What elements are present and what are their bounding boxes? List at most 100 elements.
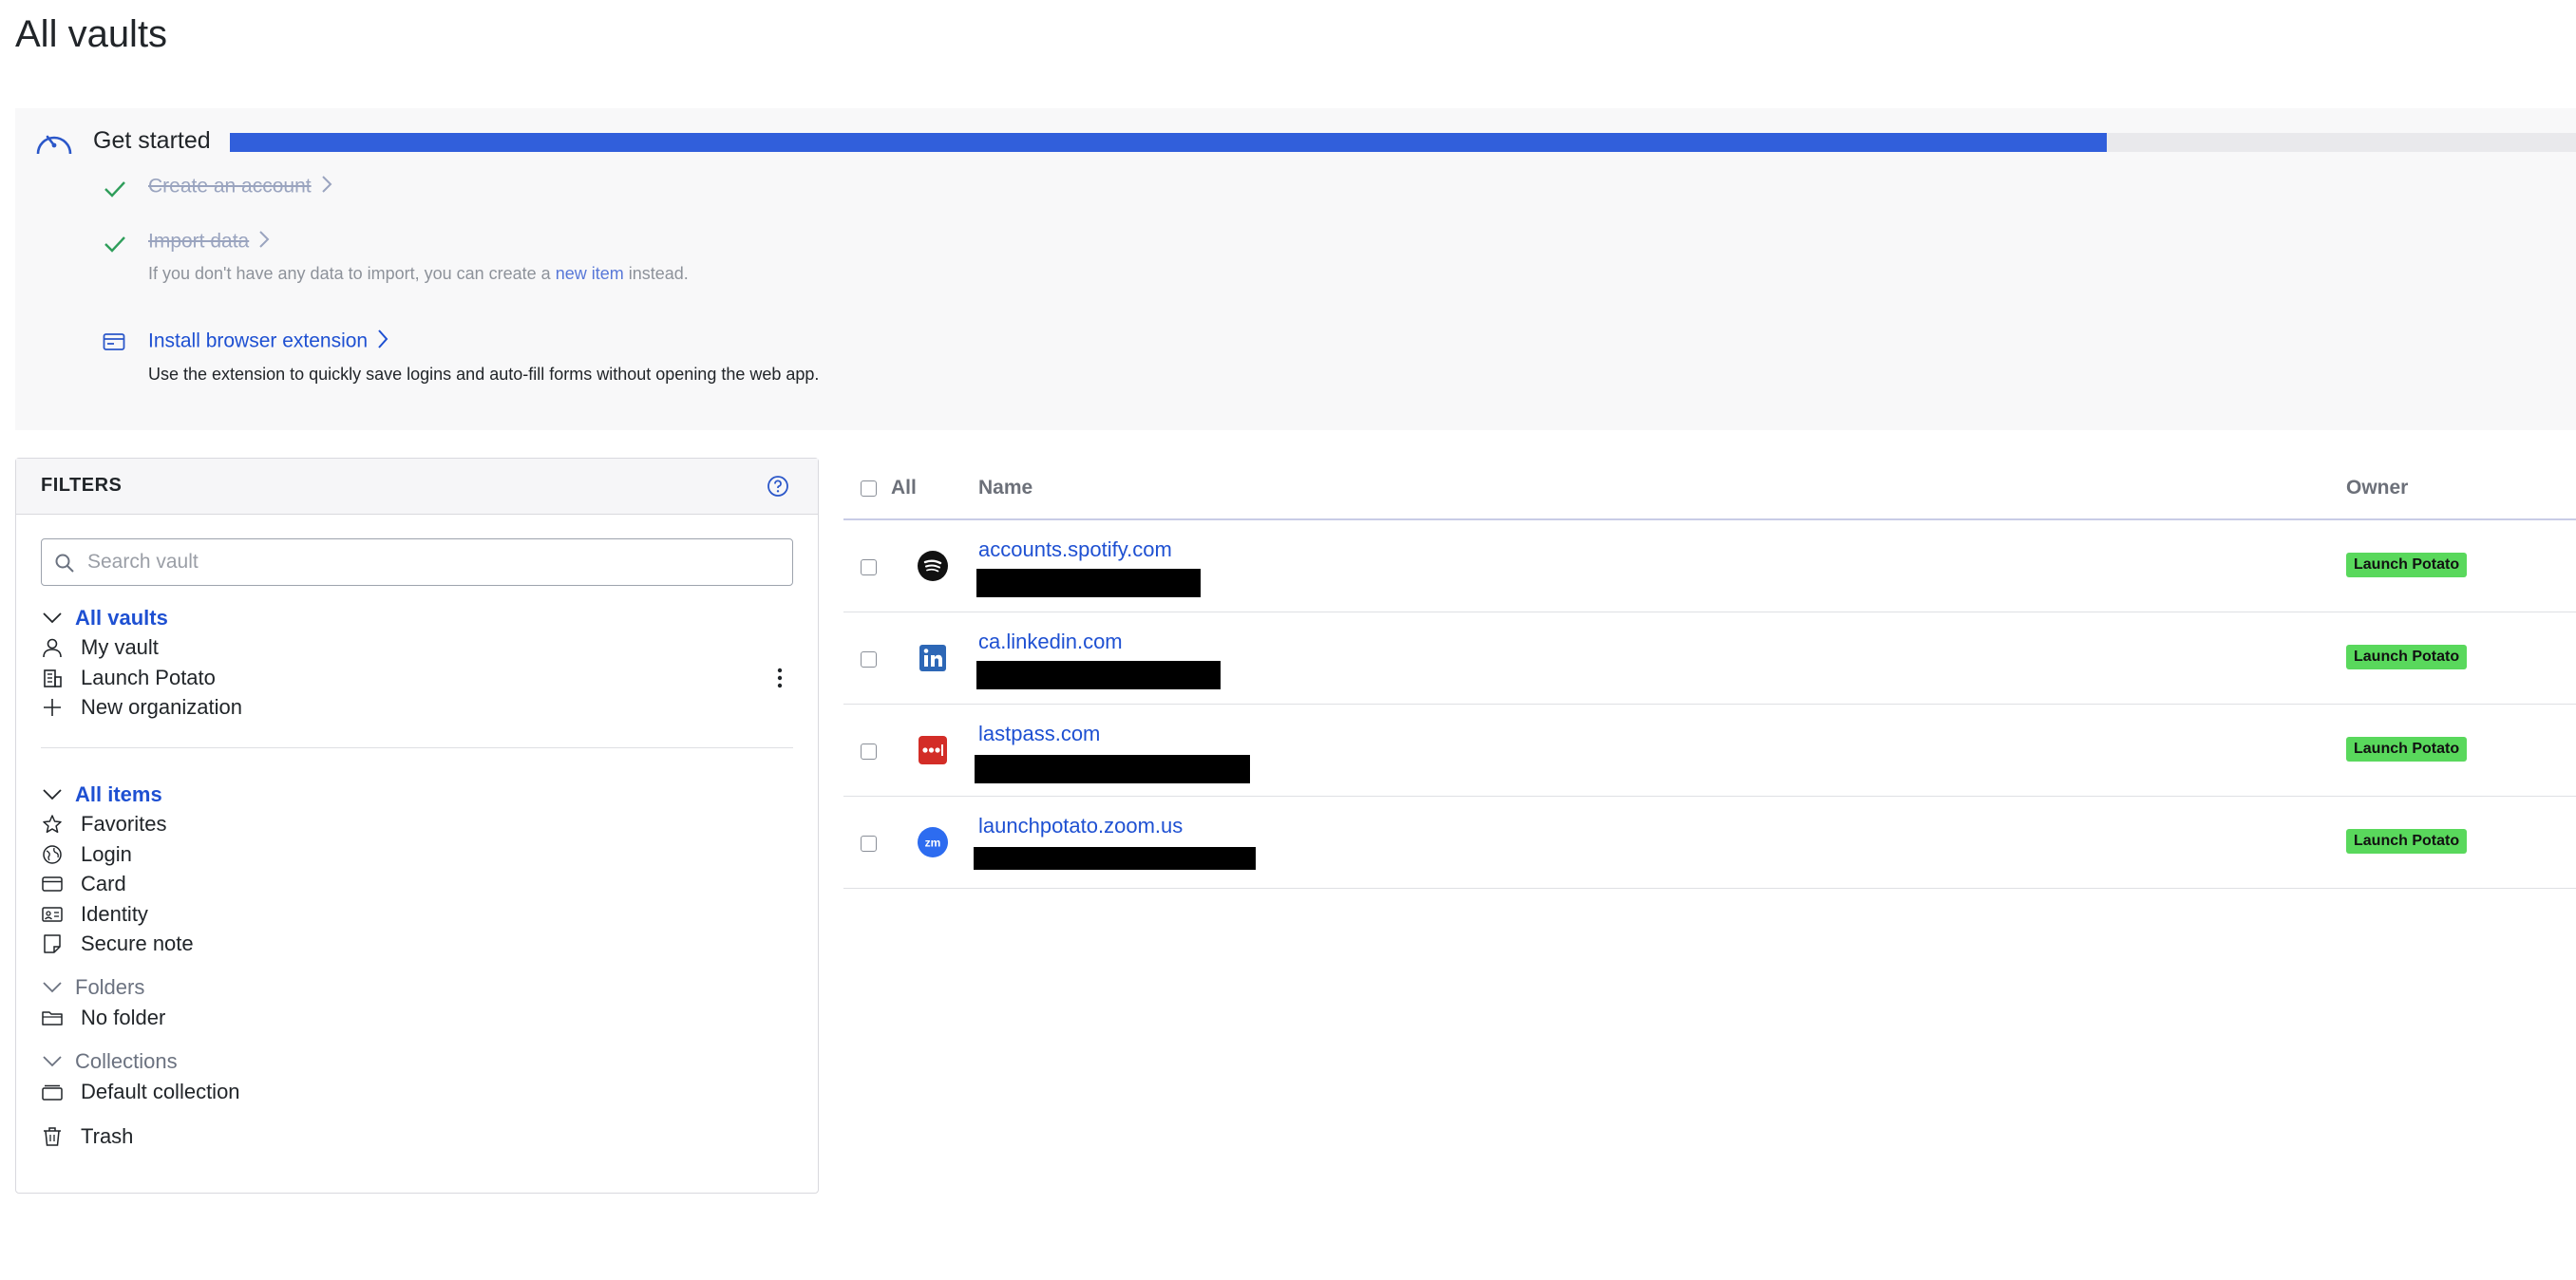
checkmark-icon <box>103 177 127 201</box>
filter-favorites[interactable]: Favorites <box>41 810 166 838</box>
task-description: If you don't have any data to import, yo… <box>148 264 689 283</box>
filter-default-collection[interactable]: Default collection <box>41 1078 240 1106</box>
task-label[interactable]: Install browser extension <box>148 329 388 355</box>
type-label[interactable]: Identity <box>81 902 148 927</box>
row-checkbox[interactable] <box>861 744 877 760</box>
select-all-checkbox[interactable] <box>861 480 877 497</box>
filter-login[interactable]: Login <box>41 840 132 869</box>
table-row[interactable]: zm launchpotato.zoom.us Launch Potato <box>843 797 2576 889</box>
filters-panel: FILTERS All vaults My vault Launch Potat… <box>15 458 819 1194</box>
chevron-down-icon[interactable] <box>41 607 64 630</box>
onboarding-progress-bar <box>230 133 2576 152</box>
spotify-icon <box>918 551 948 581</box>
filter-collections[interactable]: Collections <box>41 1047 178 1076</box>
lastpass-icon <box>918 735 948 765</box>
type-label[interactable]: Secure note <box>81 932 194 956</box>
help-icon[interactable] <box>767 475 789 498</box>
collection-label[interactable]: Default collection <box>81 1080 240 1104</box>
name-column-header: Name <box>978 477 1033 499</box>
folder-icon <box>41 1007 64 1029</box>
filter-identity[interactable]: Identity <box>41 900 148 929</box>
type-label[interactable]: Login <box>81 842 132 867</box>
filter-all-items[interactable]: All items <box>41 781 162 809</box>
type-label[interactable]: Favorites <box>81 812 166 837</box>
plus-icon <box>41 696 64 719</box>
zoom-icon: zm <box>918 827 948 857</box>
owner-badge: Launch Potato <box>2346 829 2468 854</box>
filter-launch-potato[interactable]: Launch Potato <box>41 664 216 692</box>
collection-icon <box>41 1081 64 1103</box>
filter-no-folder[interactable]: No folder <box>41 1004 165 1032</box>
task-label[interactable]: Create an account <box>148 175 332 199</box>
note-icon <box>41 932 64 955</box>
filter-my-vault[interactable]: My vault <box>41 633 159 662</box>
filter-secure-note[interactable]: Secure note <box>41 930 194 958</box>
search-icon <box>55 554 74 573</box>
redacted-username <box>974 847 1256 870</box>
browser-extension-icon <box>103 332 125 351</box>
item-name-link[interactable]: launchpotato.zoom.us <box>978 814 1183 838</box>
filter-card[interactable]: Card <box>41 870 126 898</box>
vault-label[interactable]: Launch Potato <box>81 666 216 690</box>
chevron-right-icon <box>258 230 270 254</box>
owner-badge: Launch Potato <box>2346 645 2468 669</box>
search-field[interactable] <box>41 538 793 586</box>
filter-new-organization[interactable]: New organization <box>41 693 242 722</box>
row-checkbox[interactable] <box>861 651 877 668</box>
all-items-label[interactable]: All items <box>75 782 162 807</box>
credit-card-icon <box>41 873 64 895</box>
chevron-down-icon[interactable] <box>41 1050 64 1073</box>
all-vaults-label[interactable]: All vaults <box>75 606 168 631</box>
folder-label[interactable]: No folder <box>81 1006 165 1030</box>
folders-label[interactable]: Folders <box>75 975 144 1000</box>
chevron-down-icon[interactable] <box>41 976 64 999</box>
svg-text:zm: zm <box>925 837 941 850</box>
user-icon <box>41 636 64 659</box>
table-row[interactable]: ca.linkedin.com Launch Potato <box>843 612 2576 705</box>
collections-label[interactable]: Collections <box>75 1049 178 1074</box>
filter-folders[interactable]: Folders <box>41 973 144 1002</box>
owner-column-header: Owner <box>2346 477 2409 499</box>
vault-label[interactable]: My vault <box>81 635 159 660</box>
item-name-link[interactable]: accounts.spotify.com <box>978 537 1172 562</box>
search-input[interactable] <box>85 547 779 577</box>
star-icon <box>41 813 64 836</box>
trash-label[interactable]: Trash <box>81 1124 133 1149</box>
building-icon <box>41 667 64 689</box>
filters-divider <box>41 747 793 748</box>
globe-icon <box>41 843 64 866</box>
redacted-username <box>975 755 1250 783</box>
table-row[interactable]: accounts.spotify.com Launch Potato <box>843 520 2576 612</box>
chevron-right-icon <box>321 175 332 199</box>
id-card-icon <box>41 903 64 926</box>
row-checkbox[interactable] <box>861 836 877 852</box>
vault-items-table: All Name Owner accounts.spotify.com Laun… <box>843 460 2576 889</box>
linkedin-icon <box>918 643 948 673</box>
page-title: All vaults <box>15 13 168 55</box>
chevron-down-icon[interactable] <box>41 783 64 806</box>
owner-badge: Launch Potato <box>2346 553 2468 577</box>
table-row[interactable]: lastpass.com Launch Potato <box>843 705 2576 797</box>
select-all-label[interactable]: All <box>891 477 917 499</box>
type-label[interactable]: Card <box>81 872 126 896</box>
checkmark-icon <box>103 232 127 256</box>
item-name-link[interactable]: lastpass.com <box>978 722 1100 746</box>
row-checkbox[interactable] <box>861 559 877 575</box>
table-header: All Name Owner <box>843 460 2576 520</box>
get-started-panel: Get started Create an account Import dat… <box>15 108 2576 430</box>
redacted-username <box>976 569 1201 597</box>
get-started-title[interactable]: Get started <box>93 127 211 155</box>
item-name-link[interactable]: ca.linkedin.com <box>978 630 1123 654</box>
vault-options-icon[interactable] <box>770 665 789 691</box>
task-label[interactable]: Import data <box>148 230 270 254</box>
redacted-username <box>976 661 1221 689</box>
chevron-right-icon <box>377 329 388 355</box>
filters-title: FILTERS <box>41 475 123 496</box>
speedometer-icon <box>34 125 74 160</box>
filter-all-vaults[interactable]: All vaults <box>41 604 168 632</box>
onboarding-progress-fill <box>230 133 2107 152</box>
vault-label[interactable]: New organization <box>81 695 242 720</box>
new-item-link[interactable]: new item <box>556 264 624 283</box>
filter-trash[interactable]: Trash <box>41 1122 133 1151</box>
task-description: Use the extension to quickly save logins… <box>148 365 820 384</box>
